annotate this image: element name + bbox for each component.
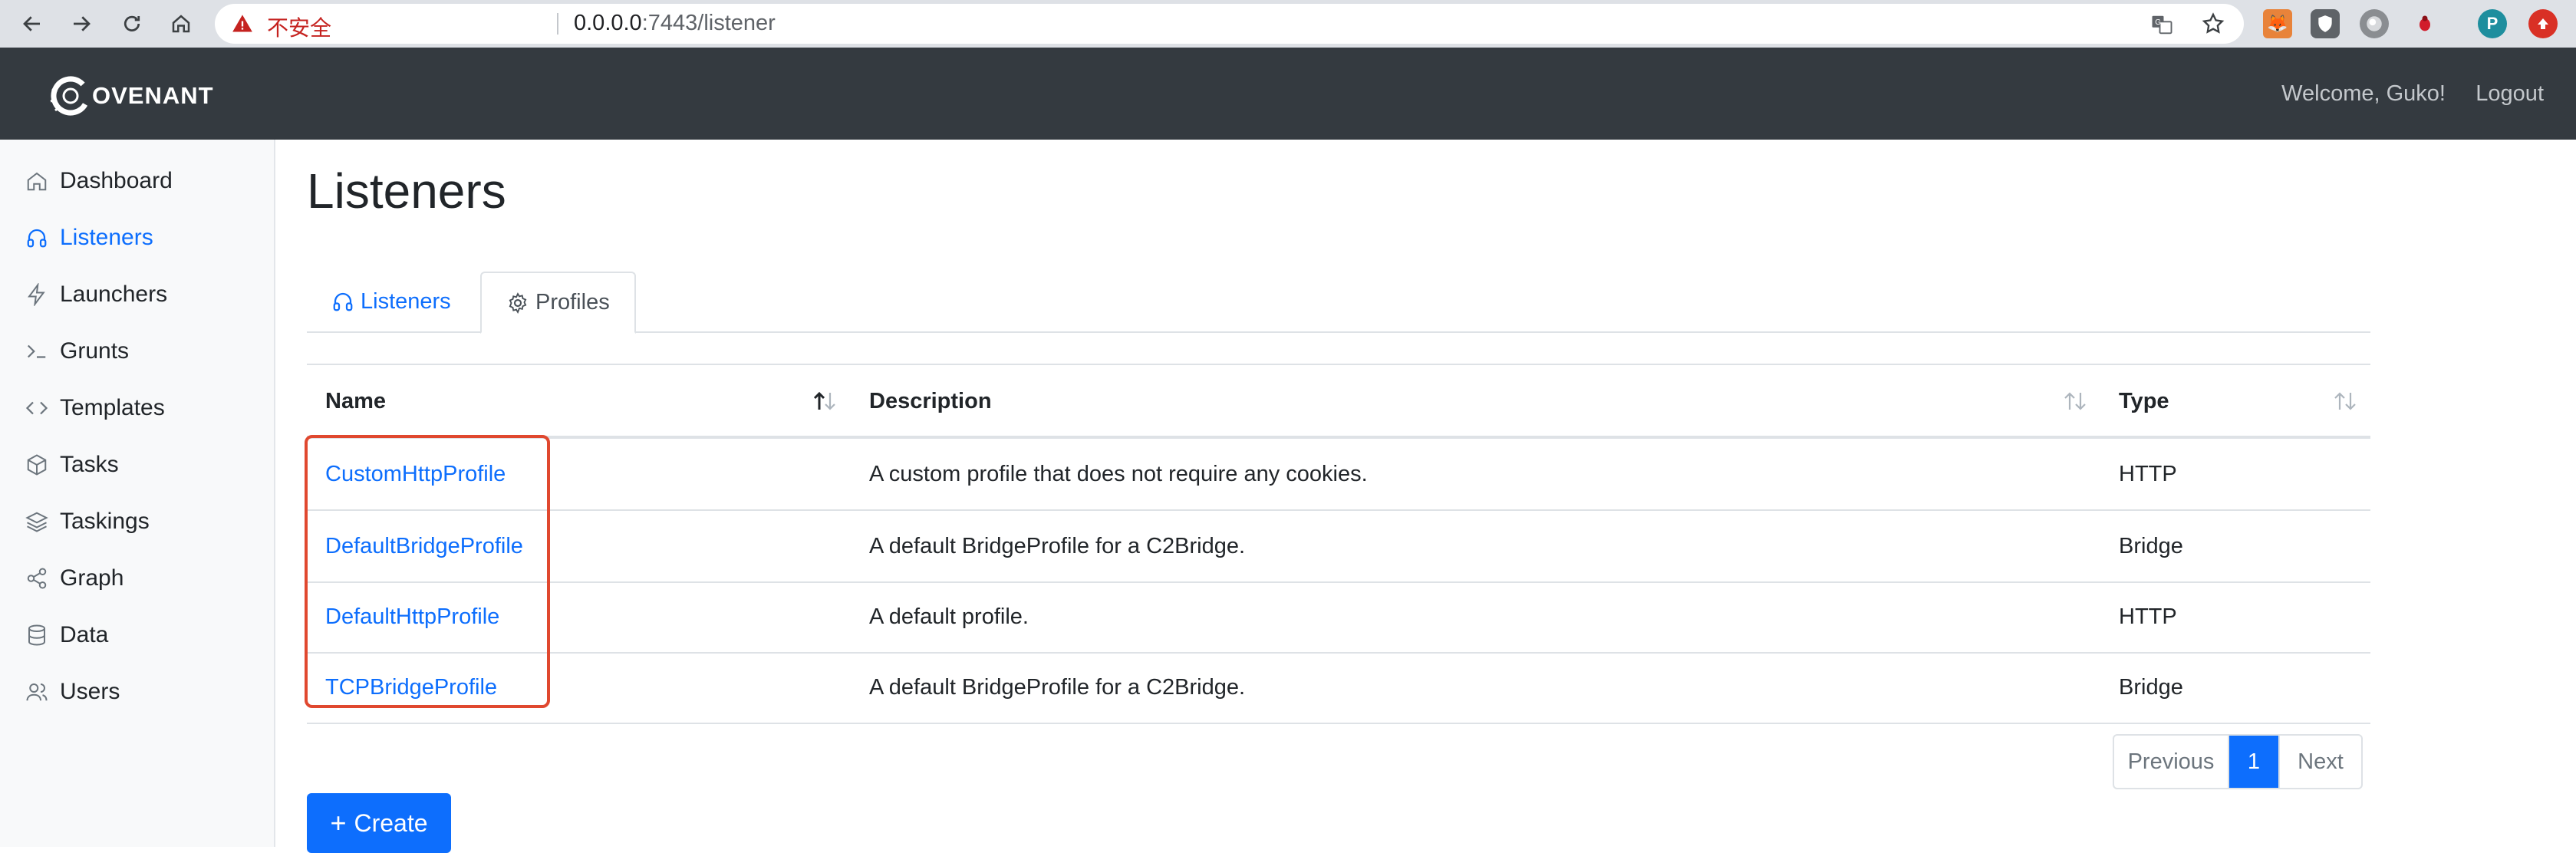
profile-description: A custom profile that does not require a… [869,461,1368,486]
reload-button[interactable] [117,8,147,39]
translate-icon[interactable]: G [2150,13,2173,36]
url-path: :7443/listener [641,11,776,35]
sidebar-item-graph[interactable]: Graph [25,560,124,597]
profile-description: A default profile. [869,604,1029,629]
table-top-border [307,364,2370,365]
plus-icon: + [330,807,347,838]
sort-icon[interactable] [2332,390,2358,413]
sidebar-item-taskings[interactable]: Taskings [25,503,150,540]
tab-label: Profiles [535,290,610,315]
app-header: OVENANT Welcome, Guko! Logout [0,48,2576,140]
column-header-description[interactable]: Description [869,365,992,437]
sidebar-item-dashboard[interactable]: Dashboard [25,163,173,199]
profile-description: A default BridgeProfile for a C2Bridge. [869,533,1246,558]
home-button[interactable] [166,8,196,39]
welcome-text: Welcome, Guko! [2281,81,2446,106]
bug-extension-icon[interactable] [2410,9,2439,38]
sidebar-item-label: Data [60,622,109,647]
previous-page-button[interactable]: Previous [2114,736,2229,788]
sidebar-item-label: Launchers [60,282,168,307]
insecure-label: 不安全 [267,16,332,40]
update-icon[interactable] [2528,9,2558,38]
covenant-c-icon [50,76,91,116]
back-button[interactable] [17,8,48,39]
covenant-logo[interactable]: OVENANT [48,74,214,118]
sidebar-item-label: Taskings [60,509,150,534]
sidebar-item-label: Dashboard [60,168,173,193]
create-button-label: Create [354,809,428,837]
brand-wordmark: OVENANT [92,82,214,109]
globe-extension-icon[interactable] [2360,9,2389,38]
profile-type: HTTP [2119,604,2177,629]
page-title: Listeners [307,163,506,219]
sidebar-item-templates[interactable]: Templates [25,390,165,426]
sidebar-item-listeners[interactable]: Listeners [25,219,153,256]
highlight-box [305,435,550,708]
tab-bar: Listeners Profiles [307,272,2370,334]
home-icon [172,15,190,33]
profile-avatar[interactable]: P [2478,9,2507,38]
sidebar-item-users[interactable]: Users [25,674,120,710]
table-row: CustomHttpProfile A custom profile that … [307,439,2370,511]
table-row: DefaultBridgeProfile A default BridgePro… [307,511,2370,583]
gear-icon [509,291,527,314]
url-text: 0.0.0.0:7443/listener [574,11,776,36]
arrow-left-icon [23,16,40,31]
profile-description: A default BridgeProfile for a C2Bridge. [869,674,1246,700]
headphones-icon [25,226,49,250]
warning-icon [232,15,252,32]
sidebar-item-label: Graph [60,565,124,591]
svg-text:G: G [2155,18,2161,27]
tab-profiles[interactable]: Profiles [480,272,636,334]
sidebar-item-label: Listeners [60,225,153,250]
headphones-icon [333,292,353,311]
pagination: Previous 1 Next [2113,734,2363,789]
arrow-right-icon [74,16,91,31]
share-icon [25,566,49,591]
table-row: DefaultHttpProfile A default profile. HT… [307,581,2370,654]
home-icon [25,169,49,193]
box-icon [25,453,49,477]
code-icon [25,396,49,420]
sort-ascending-icon[interactable] [812,390,838,413]
reload-icon [124,15,140,31]
address-separator [557,13,558,35]
logout-link[interactable]: Logout [2476,81,2544,107]
url-host: 0.0.0.0 [574,11,642,35]
browser-toolbar: 不安全 0.0.0.0:7443/listener G 🦊 P [0,0,2576,48]
shield-extension-icon[interactable] [2311,9,2340,38]
address-bar[interactable]: 不安全 0.0.0.0:7443/listener G [215,4,2244,44]
sidebar-item-label: Tasks [60,452,119,477]
tab-listeners[interactable]: Listeners [331,272,451,331]
page-1-button[interactable]: 1 [2229,736,2278,788]
table-row: TCPBridgeProfile A default BridgeProfile… [307,652,2370,724]
sort-icon[interactable] [2062,390,2088,413]
tab-label: Listeners [361,288,451,314]
create-button[interactable]: + Create [307,793,451,853]
database-icon [25,623,49,647]
sidebar-item-launchers[interactable]: Launchers [25,276,167,313]
sidebar-item-label: Templates [60,395,165,420]
forward-button[interactable] [66,8,97,39]
column-header-type[interactable]: Type [2119,365,2169,437]
sidebar: Dashboard Listeners Launchers Grunts Tem… [0,140,275,847]
sidebar-item-data[interactable]: Data [25,617,108,654]
fox-extension-icon[interactable]: 🦊 [2263,9,2292,38]
profile-type: HTTP [2119,461,2177,486]
sidebar-item-label: Users [60,679,120,704]
bookmark-star-icon[interactable] [2201,12,2225,36]
profile-type: Bridge [2119,674,2183,700]
lightning-icon [25,282,49,307]
sidebar-item-grunts[interactable]: Grunts [25,333,129,370]
sidebar-item-tasks[interactable]: Tasks [25,446,119,483]
profile-type: Bridge [2119,533,2183,558]
next-page-button[interactable]: Next [2278,736,2361,788]
users-icon [25,680,49,704]
terminal-icon [25,339,49,364]
sidebar-item-label: Grunts [60,338,130,364]
layers-icon [25,509,49,534]
column-header-name[interactable]: Name [325,365,386,437]
